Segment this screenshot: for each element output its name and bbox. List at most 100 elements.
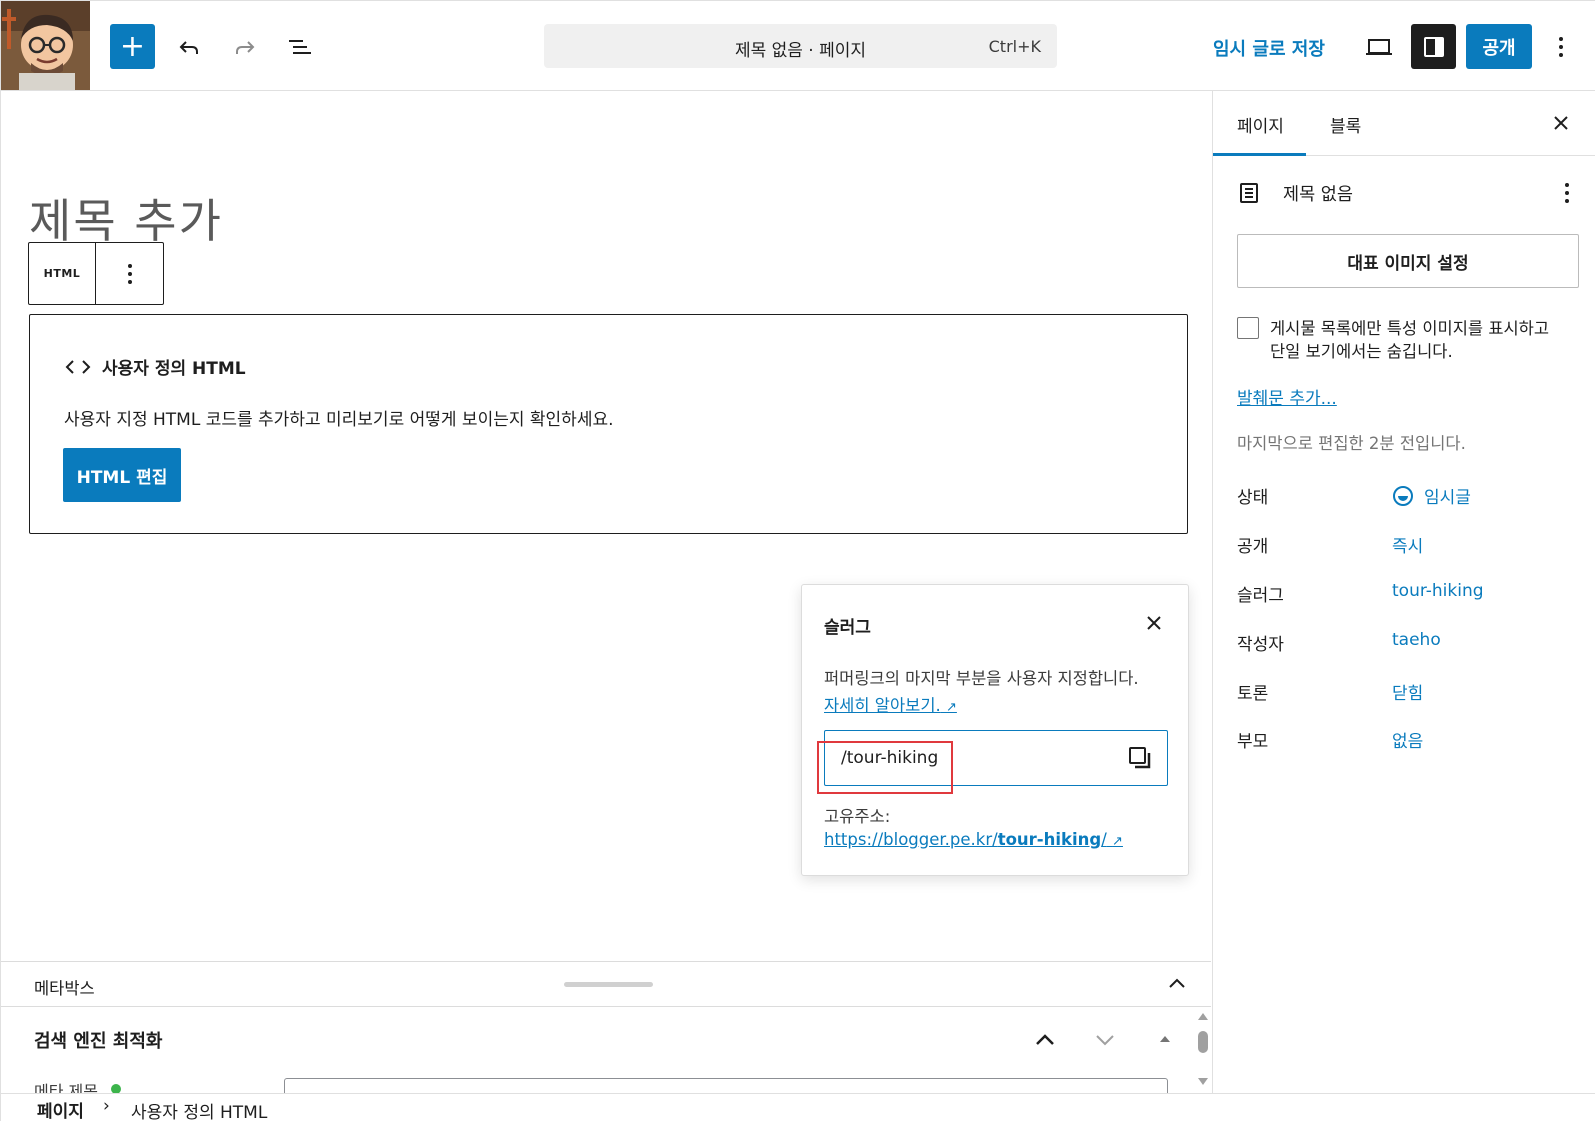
move-up-button[interactable] [1031,1026,1059,1054]
permalink-suffix: / [1101,830,1107,849]
seo-panel-title: 검색 엔진 최적화 [34,1031,163,1052]
keyboard-shortcut: Ctrl+K [988,37,1041,56]
close-icon [1554,116,1568,130]
undo-button[interactable] [166,24,211,69]
set-featured-image-button[interactable]: 대표 이미지 설정 [1237,234,1579,288]
hide-featured-checkbox[interactable] [1237,317,1259,339]
status-dot-icon [111,1084,121,1093]
close-popover-button[interactable] [1142,611,1166,635]
app-window: + 제목 없음 · 페이지 Ctrl+K 임시 글로 저장 공개 제목 추가 H… [0,0,1595,1121]
property-label: 슬러그 [1237,586,1284,606]
undo-icon [179,40,198,54]
slug-input-value: /tour-hiking [841,748,939,768]
top-toolbar: + 제목 없음 · 페이지 Ctrl+K 임시 글로 저장 공개 [1,1,1595,91]
document-actions-button[interactable] [1557,179,1577,207]
block-type-button[interactable]: HTML [29,243,96,304]
document-title: 제목 없음 · 페이지 [734,41,867,61]
scroll-down-icon[interactable] [1198,1078,1208,1085]
resize-handle[interactable] [564,982,653,987]
block-toolbar: HTML [28,242,164,305]
property-label: 토론 [1237,684,1269,704]
last-edited-text: 마지막으로 편집한 2분 전입니다. [1237,434,1466,453]
breadcrumb-separator: › [103,1096,110,1116]
scroll-thumb[interactable] [1198,1031,1208,1053]
html-block-description: 사용자 지정 HTML 코드를 추가하고 미리보기로 어떻게 보이는지 확인하세… [64,410,614,430]
page-icon [1237,181,1261,205]
property-row-discussion: 토론 닫힘 [1237,679,1577,709]
add-block-button[interactable]: + [110,24,155,69]
code-icon [65,359,91,374]
document-overview-button[interactable] [277,24,322,69]
list-view-icon [288,39,311,54]
close-icon [1147,616,1161,630]
preview-button[interactable] [1356,24,1401,69]
toggle-panel-button[interactable] [1154,1028,1176,1050]
property-label: 상태 [1237,488,1269,508]
author-button[interactable]: taeho [1392,630,1441,650]
save-draft-button[interactable]: 임시 글로 저장 [1213,35,1325,61]
slug-popover-title: 슬러그 [824,618,871,638]
site-avatar[interactable] [1,1,90,90]
draft-status-icon [1393,485,1413,506]
document-card: 제목 없음 [1237,179,1577,209]
parent-button[interactable]: 없음 [1392,727,1423,752]
status-button[interactable]: 임시글 [1392,483,1471,508]
permalink-label: 고유주소: [824,807,891,826]
breadcrumb-current[interactable]: 사용자 정의 HTML [131,1098,267,1121]
property-row-publish: 공개 즉시 [1237,532,1577,562]
chevron-up-icon [1036,1034,1054,1045]
move-down-button[interactable] [1091,1026,1119,1054]
slug-input[interactable]: /tour-hiking [824,730,1168,786]
tab-block[interactable]: 블록 [1330,112,1361,137]
html-block-heading: 사용자 정의 HTML [102,359,246,379]
custom-html-block[interactable]: 사용자 정의 HTML 사용자 지정 HTML 코드를 추가하고 미리보기로 어… [29,314,1188,534]
block-options-button[interactable] [96,243,163,304]
permalink-link[interactable]: https://blogger.pe.kr/tour-hiking/ ↗ [824,830,1123,849]
property-label: 공개 [1237,537,1269,557]
more-vertical-icon [1559,36,1563,57]
discussion-button[interactable]: 닫힘 [1392,679,1423,704]
metabox-label: 메타박스 [34,979,95,998]
copy-button[interactable] [1127,745,1153,771]
slug-popover: 슬러그 퍼머링크의 마지막 부분을 사용자 지정합니다. 자세히 알아보기. ↗… [801,584,1189,876]
meta-title-input[interactable] [284,1078,1168,1093]
breadcrumb: 페이지 › 사용자 정의 HTML [1,1093,1595,1121]
metabox-scrollbar[interactable] [1196,1013,1210,1093]
copy-icon [1129,747,1151,769]
property-row-status: 상태 임시글 [1237,483,1577,513]
active-tab-indicator [1213,153,1306,156]
external-link-icon: ↗ [1112,834,1123,849]
seo-panel: 검색 엔진 최적화 메타 제목 [1,1008,1211,1093]
document-name: 제목 없음 [1283,185,1353,205]
slug-button[interactable]: tour-hiking [1392,581,1484,601]
breadcrumb-root[interactable]: 페이지 [37,1097,84,1121]
plus-icon: + [119,28,146,64]
settings-sidebar: 페이지 블록 제목 없음 대표 이미지 설정 게시물 목록에만 특성 이미지를 … [1212,91,1595,1093]
property-label: 작성자 [1237,635,1284,655]
command-palette-bar[interactable]: 제목 없음 · 페이지 Ctrl+K [544,24,1057,68]
html-block-header: 사용자 정의 HTML [64,354,246,379]
metabox-header: 메타박스 [1,961,1211,1007]
close-sidebar-button[interactable] [1549,111,1573,135]
slug-help-text: 퍼머링크의 마지막 부분을 사용자 지정합니다. [824,669,1139,688]
redo-button[interactable] [222,24,267,69]
property-row-parent: 부모 없음 [1237,727,1577,757]
publish-date-button[interactable]: 즉시 [1392,532,1423,557]
add-excerpt-link[interactable]: 발췌문 추가... [1237,384,1337,409]
edit-html-button[interactable]: HTML 편집 [63,448,181,502]
more-vertical-icon [1565,183,1569,203]
publish-button[interactable]: 공개 [1466,24,1532,69]
tab-page[interactable]: 페이지 [1237,112,1284,137]
settings-toggle-button[interactable] [1411,24,1456,69]
scroll-up-icon[interactable] [1198,1013,1208,1020]
collapse-metabox-button[interactable] [1165,972,1189,996]
options-button[interactable] [1546,24,1576,69]
learn-more-link[interactable]: 자세히 알아보기. ↗ [824,692,957,716]
property-row-author: 작성자 taeho [1237,630,1577,660]
permalink-slug: tour-hiking [997,830,1102,849]
chevron-up-icon [1169,978,1185,988]
sidebar-tabs: 페이지 블록 [1213,91,1595,156]
property-row-slug: 슬러그 tour-hiking [1237,581,1577,611]
desktop-preview-icon [1365,38,1392,55]
learn-more-label: 자세히 알아보기. [824,696,941,715]
